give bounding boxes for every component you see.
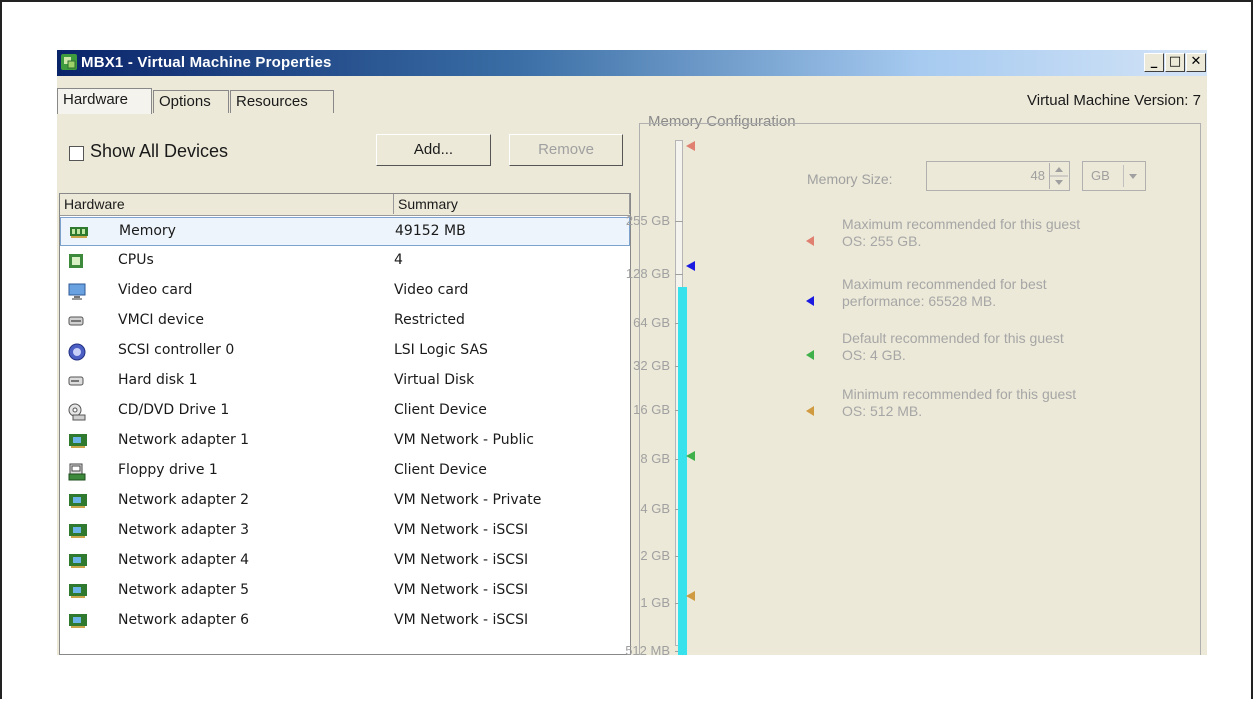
hardware-list-header: Hardware Summary bbox=[60, 194, 630, 216]
floppy-icon bbox=[68, 463, 86, 481]
tab-hardware[interactable]: Hardware bbox=[57, 88, 152, 114]
column-header-hardware[interactable]: Hardware bbox=[60, 194, 394, 214]
hardware-row-summary: 49152 MB bbox=[395, 223, 466, 239]
hardware-row-name: Network adapter 5 bbox=[118, 582, 250, 598]
add-device-button[interactable]: Add... bbox=[376, 134, 491, 166]
hardware-row[interactable]: Video card Video card bbox=[60, 277, 630, 306]
spinner-arrows-icon bbox=[1050, 167, 1068, 185]
hardware-row-name: Network adapter 1 bbox=[118, 432, 250, 448]
hardware-row[interactable]: CPUs 4 bbox=[60, 247, 630, 276]
hardware-row[interactable]: Floppy drive 1 Client Device bbox=[60, 457, 630, 486]
memory-scale-marker[interactable] bbox=[686, 141, 695, 151]
hardware-row-name: Video card bbox=[118, 282, 193, 298]
hardware-row-summary: VM Network - Public bbox=[394, 432, 534, 448]
show-all-devices-checkbox[interactable] bbox=[69, 146, 84, 161]
hardware-row-name: SCSI controller 0 bbox=[118, 342, 235, 358]
memory-scale-marker[interactable] bbox=[686, 451, 695, 461]
hardware-row-name: CD/DVD Drive 1 bbox=[118, 402, 230, 418]
hardware-tab-panel: Show All Devices Add... Remove Hardware … bbox=[57, 50, 1207, 655]
memory-scale-label: 64 GB bbox=[633, 315, 670, 330]
memory-scale-label: 8 GB bbox=[640, 451, 670, 466]
hardware-row-name: Network adapter 4 bbox=[118, 552, 250, 568]
hardware-row-name: Memory bbox=[119, 223, 176, 239]
chevron-down-icon bbox=[1123, 165, 1142, 187]
recommendation-text: Maximum recommended for this guest OS: 2… bbox=[842, 216, 1081, 249]
column-header-summary[interactable]: Summary bbox=[394, 194, 630, 214]
hardware-row-summary: VM Network - iSCSI bbox=[394, 582, 529, 598]
hardware-row-name: Floppy drive 1 bbox=[118, 462, 218, 478]
show-all-devices-label[interactable]: Show All Devices bbox=[90, 141, 228, 162]
hardware-row[interactable]: Network adapter 2 VM Network - Private bbox=[60, 487, 630, 516]
hardware-row-summary: Client Device bbox=[394, 462, 487, 478]
hardware-row-summary: VM Network - Private bbox=[394, 492, 542, 508]
hardware-list: Hardware Summary Memory 49152 MB CPUs 4 Vide… bbox=[59, 193, 631, 655]
hardware-row-name: Network adapter 3 bbox=[118, 522, 250, 538]
hardware-row[interactable]: Network adapter 6 VM Network - iSCSI bbox=[60, 607, 630, 636]
hardware-row-name: VMCI device bbox=[118, 312, 204, 328]
cd-dvd-icon bbox=[68, 403, 86, 421]
network-adapter-icon bbox=[68, 433, 87, 449]
recommendation-text: Default recommended for this guest OS: 4… bbox=[842, 330, 1064, 363]
hardware-row-summary: 4 bbox=[394, 252, 403, 268]
cpu-icon bbox=[68, 253, 84, 269]
network-adapter-icon bbox=[68, 583, 87, 599]
hardware-row[interactable]: Network adapter 4 VM Network - iSCSI bbox=[60, 547, 630, 576]
hardware-row[interactable]: SCSI controller 0 LSI Logic SAS bbox=[60, 337, 630, 366]
hardware-row[interactable]: CD/DVD Drive 1 Client Device bbox=[60, 397, 630, 426]
memory-icon bbox=[69, 224, 88, 240]
hardware-row-summary: VM Network - iSCSI bbox=[394, 522, 529, 538]
memory-unit-value: GB bbox=[1091, 168, 1110, 183]
memory-scale-label: 255 GB bbox=[625, 213, 670, 228]
memory-scale-label: 2 GB bbox=[640, 548, 670, 563]
hardware-row[interactable]: Hard disk 1 Virtual Disk bbox=[60, 367, 630, 396]
recommendation-text: Maximum recommended for best performance… bbox=[842, 276, 1047, 309]
memory-size-label: Memory Size: bbox=[807, 171, 893, 187]
memory-scale-tick bbox=[675, 274, 683, 275]
hardware-row-summary: LSI Logic SAS bbox=[394, 342, 488, 358]
hardware-row-summary: Client Device bbox=[394, 402, 487, 418]
network-adapter-icon bbox=[68, 613, 87, 629]
hardware-row-name: Hard disk 1 bbox=[118, 372, 198, 388]
memory-scale-label: 512 MB bbox=[625, 643, 670, 655]
hardware-row[interactable]: Memory 49152 MB bbox=[60, 217, 630, 246]
scsi-controller-icon bbox=[68, 343, 86, 361]
memory-scale-label: 16 GB bbox=[633, 402, 670, 417]
network-adapter-icon bbox=[68, 523, 87, 539]
recommendation-marker-icon bbox=[806, 236, 814, 246]
memory-unit-select[interactable]: GB bbox=[1082, 161, 1146, 191]
hardware-row-summary: VM Network - iSCSI bbox=[394, 552, 529, 568]
memory-scale-label: 32 GB bbox=[633, 358, 670, 373]
recommendation-marker-icon bbox=[806, 406, 814, 416]
hardware-row-summary: Restricted bbox=[394, 312, 465, 328]
memory-scale-label: 1 GB bbox=[640, 595, 670, 610]
hardware-row-name: CPUs bbox=[118, 252, 154, 268]
hardware-row[interactable]: VMCI device Restricted bbox=[60, 307, 630, 336]
memory-scale-label: 4 GB bbox=[640, 501, 670, 516]
network-adapter-icon bbox=[68, 553, 87, 569]
recommendation-text: Minimum recommended for this guest OS: 5… bbox=[842, 386, 1077, 419]
memory-size-spinner[interactable] bbox=[1049, 163, 1068, 189]
recommendation-marker-icon bbox=[806, 350, 814, 360]
hardware-row[interactable]: Network adapter 3 VM Network - iSCSI bbox=[60, 517, 630, 546]
hardware-row-name: Network adapter 6 bbox=[118, 612, 250, 628]
memory-scale-label: 128 GB bbox=[625, 266, 670, 281]
memory-scale-tick bbox=[675, 221, 683, 222]
hardware-row-summary: Virtual Disk bbox=[394, 372, 475, 388]
hardware-row-summary: VM Network - iSCSI bbox=[394, 612, 529, 628]
recommendation-marker-icon bbox=[806, 296, 814, 306]
device-icon bbox=[68, 313, 84, 329]
remove-device-button[interactable]: Remove bbox=[509, 134, 623, 166]
memory-scale-marker[interactable] bbox=[686, 261, 695, 271]
hard-disk-icon bbox=[68, 373, 84, 389]
memory-scale-marker[interactable] bbox=[686, 591, 695, 601]
monitor-icon bbox=[68, 283, 86, 300]
network-adapter-icon bbox=[68, 493, 87, 509]
hardware-row-name: Network adapter 2 bbox=[118, 492, 250, 508]
hardware-row[interactable]: Network adapter 1 VM Network - Public bbox=[60, 427, 630, 456]
hardware-row-summary: Video card bbox=[394, 282, 469, 298]
hardware-row[interactable]: Network adapter 5 VM Network - iSCSI bbox=[60, 577, 630, 606]
